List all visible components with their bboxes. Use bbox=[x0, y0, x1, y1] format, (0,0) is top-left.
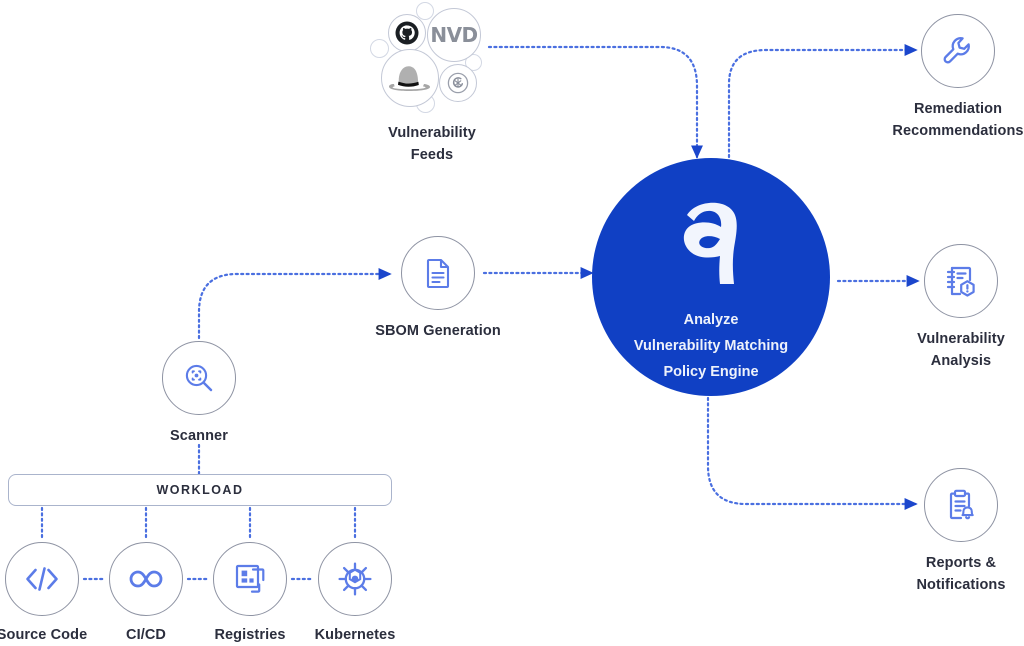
debian-swirl-icon bbox=[439, 64, 477, 102]
edge-hub-to-reports bbox=[706, 396, 918, 510]
github-icon bbox=[388, 14, 426, 52]
sbom-generation-node[interactable] bbox=[401, 236, 475, 310]
reports-notifications-label: Reports & Notifications bbox=[916, 555, 1006, 593]
redhat-fedora-icon bbox=[381, 49, 439, 107]
scanner-label: Scanner bbox=[170, 428, 228, 444]
remediation-label: Remediation Recommendations bbox=[892, 101, 1024, 139]
wrench-icon bbox=[921, 14, 995, 88]
vulnerability-feeds-cluster[interactable]: NVD bbox=[370, 2, 495, 114]
sbom-generation-label: SBOM Generation bbox=[375, 323, 501, 339]
code-brackets-icon bbox=[5, 542, 79, 616]
remediation-node[interactable] bbox=[921, 14, 995, 88]
scanner-node[interactable] bbox=[162, 341, 236, 415]
edge-feeds-to-hub bbox=[487, 45, 703, 159]
nvd-logo: NVD bbox=[427, 8, 481, 62]
workload-pill[interactable]: WORKLOAD bbox=[8, 474, 392, 506]
infinity-icon bbox=[109, 542, 183, 616]
report-alert-icon bbox=[924, 244, 998, 318]
hub-line-analyze: Analyze bbox=[683, 312, 739, 328]
vulnerability-analysis-node[interactable] bbox=[924, 244, 998, 318]
central-hub-node[interactable]: Analyze Vulnerability Matching Policy En… bbox=[592, 158, 830, 396]
cicd-node[interactable] bbox=[109, 542, 183, 616]
reports-notifications-node[interactable] bbox=[924, 468, 998, 542]
scan-magnifier-icon bbox=[162, 341, 236, 415]
clipboard-bell-icon bbox=[924, 468, 998, 542]
workload-title: WORKLOAD bbox=[156, 483, 244, 497]
feeds-decor-bubble-left bbox=[370, 39, 389, 58]
diagram-canvas: Analyze Vulnerability Matching Policy En… bbox=[0, 0, 1024, 646]
kubernetes-node[interactable] bbox=[318, 542, 392, 616]
kubernetes-label: Kubernetes bbox=[314, 627, 396, 643]
registries-node[interactable] bbox=[213, 542, 287, 616]
document-icon bbox=[401, 236, 475, 310]
vulnerability-feeds-label: Vulnerability Feeds bbox=[388, 125, 476, 163]
source-code-node[interactable] bbox=[5, 542, 79, 616]
registry-grid-icon bbox=[213, 542, 287, 616]
hub-line-policy-engine: Policy Engine bbox=[663, 364, 759, 380]
kubernetes-helm-icon bbox=[318, 542, 392, 616]
anchore-a-logo bbox=[674, 196, 748, 293]
vulnerability-analysis-label: Vulnerability Analysis bbox=[917, 331, 1005, 369]
hub-line-vulnerability-matching: Vulnerability Matching bbox=[633, 338, 789, 354]
